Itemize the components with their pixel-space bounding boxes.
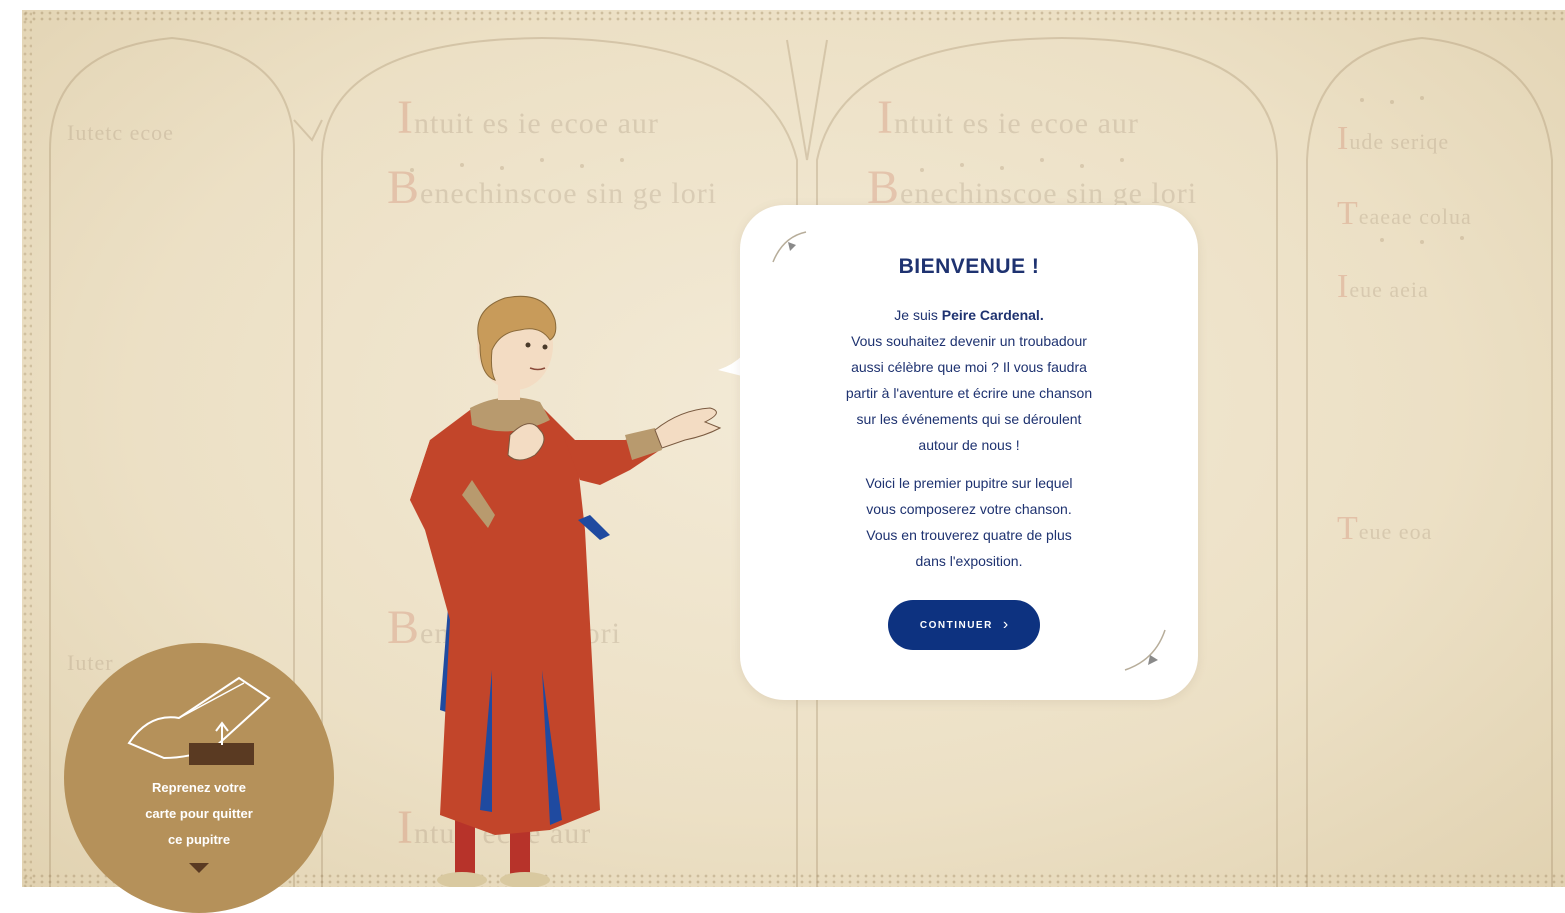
continue-button[interactable]: CONTINUER › xyxy=(888,600,1040,650)
message-line: dans l'exposition. xyxy=(915,553,1023,569)
message-line: aussi célèbre que moi ? Il vous faudra xyxy=(851,359,1087,375)
troubadour-character-illustration xyxy=(410,295,722,887)
manuscript-decoration: Intuit es ie ecoe aur xyxy=(397,91,659,144)
manuscript-decoration: Iutetc ecoe xyxy=(67,120,174,145)
message-line: Vous souhaitez devenir un troubadour xyxy=(851,333,1087,349)
instruction-line: ce pupitre xyxy=(167,832,231,847)
remove-card-badge: Reprenez votre carte pour quitter ce pup… xyxy=(64,643,334,913)
message-line: partir à l'aventure et écrire une chanso… xyxy=(845,385,1093,401)
message-line: autour de nous ! xyxy=(918,437,1020,453)
chevron-right-icon: › xyxy=(1002,616,1009,633)
remove-card-instruction: Reprenez votre carte pour quitter ce pup… xyxy=(104,775,294,853)
hand-card-icon xyxy=(127,676,271,765)
welcome-title: BIENVENUE ! xyxy=(898,255,1040,278)
continue-button-label: CONTINUER xyxy=(919,619,993,631)
manuscript-decoration: Intuit es ie ecoe aur xyxy=(877,91,1139,144)
manuscript-decoration: Iude seriqe xyxy=(1337,120,1450,157)
manuscript-decoration: Iuter xyxy=(67,650,114,675)
instruction-line: carte pour quitter xyxy=(145,806,253,821)
character-name: Peire Cardenal. xyxy=(941,307,1044,323)
quill-flourish-icon xyxy=(1124,629,1166,671)
manuscript-decoration: Benechinscoe sin ge lori xyxy=(387,161,718,214)
manuscript-decoration: Teaeae colua xyxy=(1337,195,1472,232)
arrow-down-icon xyxy=(189,863,209,873)
message-line: vous composerez votre chanson. xyxy=(866,501,1072,517)
message-line: sur les événements qui se déroulent xyxy=(856,411,1082,427)
message-line: Voici le premier pupitre sur lequel xyxy=(865,475,1073,491)
welcome-message: Je suis Peire Cardenal. Vous souhaitez d… xyxy=(780,302,1158,586)
manuscript-decoration: Ieue aeia xyxy=(1337,268,1429,305)
instruction-line: Reprenez votre xyxy=(152,780,246,795)
intro-prefix: Je suis xyxy=(894,307,942,323)
manuscript-decoration: Teue eoa xyxy=(1337,510,1433,547)
message-line: Vous en trouverez quatre de plus xyxy=(866,527,1072,543)
welcome-dialog: BIENVENUE ! Je suis Peire Cardenal. Vous… xyxy=(740,205,1198,700)
